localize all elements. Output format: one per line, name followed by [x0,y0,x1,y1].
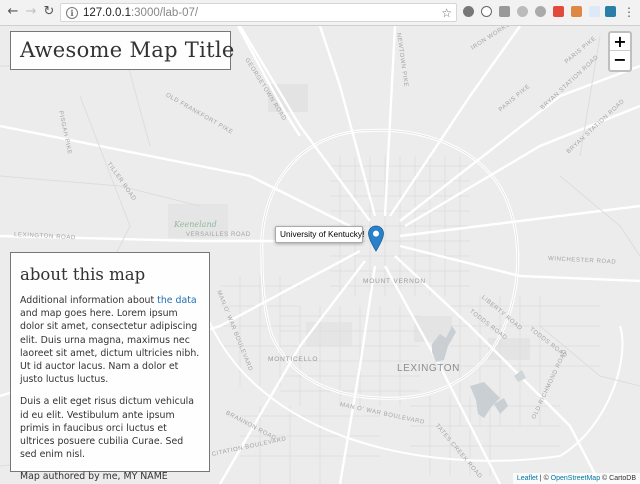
zoom-control: + − [608,31,632,72]
back-arrow-icon[interactable]: ← [4,3,22,21]
extension-icon-3[interactable] [499,6,510,17]
extension-icon-5[interactable] [535,6,546,17]
info-p1-after: and map goes here. Lorem ipsum dolor sit… [20,308,200,386]
address-bar[interactable]: i 127.0.0.1:3000/lab-07/ ☆ [60,3,457,22]
info-paragraph-2: Duis a elit eget risus dictum vehicula i… [20,396,195,461]
place-label-mount-vernon: MOUNT VERNON [363,278,426,285]
zoom-out-button[interactable]: − [610,51,630,69]
browser-toolbar: ← → ↻ i 127.0.0.1:3000/lab-07/ ☆ ⋮ [0,0,640,26]
extension-icon-1[interactable] [463,6,474,17]
place-label-lexington: LEXINGTON [397,363,461,374]
data-link[interactable]: the data [157,295,196,306]
leaflet-link[interactable]: Leaflet [517,475,538,482]
zoom-in-button[interactable]: + [610,33,630,51]
reload-icon[interactable]: ↻ [40,3,58,21]
info-p1-before: Additional information about [20,295,158,306]
extension-icon-6[interactable] [553,6,564,17]
info-paragraph-1: Additional information about the data an… [20,294,200,386]
extension-icon-4[interactable] [517,6,528,17]
attrib-sep-1: | © [537,475,551,482]
map-marker-icon[interactable] [367,225,385,253]
map-attribution: Leaflet | © OpenStreetMap © CartoDB [512,473,640,484]
bookmark-star-icon[interactable]: ☆ [441,5,452,21]
road-label: VERSAILLES ROAD [186,232,251,238]
info-heading: about this map [20,265,146,284]
place-label-keeneland: Keeneland [174,220,217,229]
carto-text: CartoDB [609,475,636,482]
url-text[interactable]: 127.0.0.1:3000/lab-07/ [83,5,198,21]
extension-icon-2[interactable] [481,6,492,17]
info-paragraph-3: Map authored by me, MY NAME [20,471,168,483]
forward-arrow-icon[interactable]: → [22,3,40,21]
menu-kebab-icon[interactable]: ⋮ [620,3,638,21]
map-title: Awesome Map Title [20,38,235,62]
marker-popup: University of Kentucky! [275,226,364,243]
osm-link[interactable]: OpenStreetMap [551,475,600,482]
url-host: 127.0.0.1 [83,7,131,19]
extension-icon-8[interactable] [589,6,600,17]
extension-icon-7[interactable] [571,6,582,17]
url-path: :3000/lab-07/ [130,7,199,19]
place-label-monticello: MONTICELLO [268,356,319,363]
attrib-sep-2: © [600,475,610,482]
extension-icon-9[interactable] [605,6,616,17]
info-panel: about this map Additional information ab… [10,252,210,482]
info-icon[interactable]: i [66,7,78,19]
map-title-box: Awesome Map Title [10,31,235,70]
